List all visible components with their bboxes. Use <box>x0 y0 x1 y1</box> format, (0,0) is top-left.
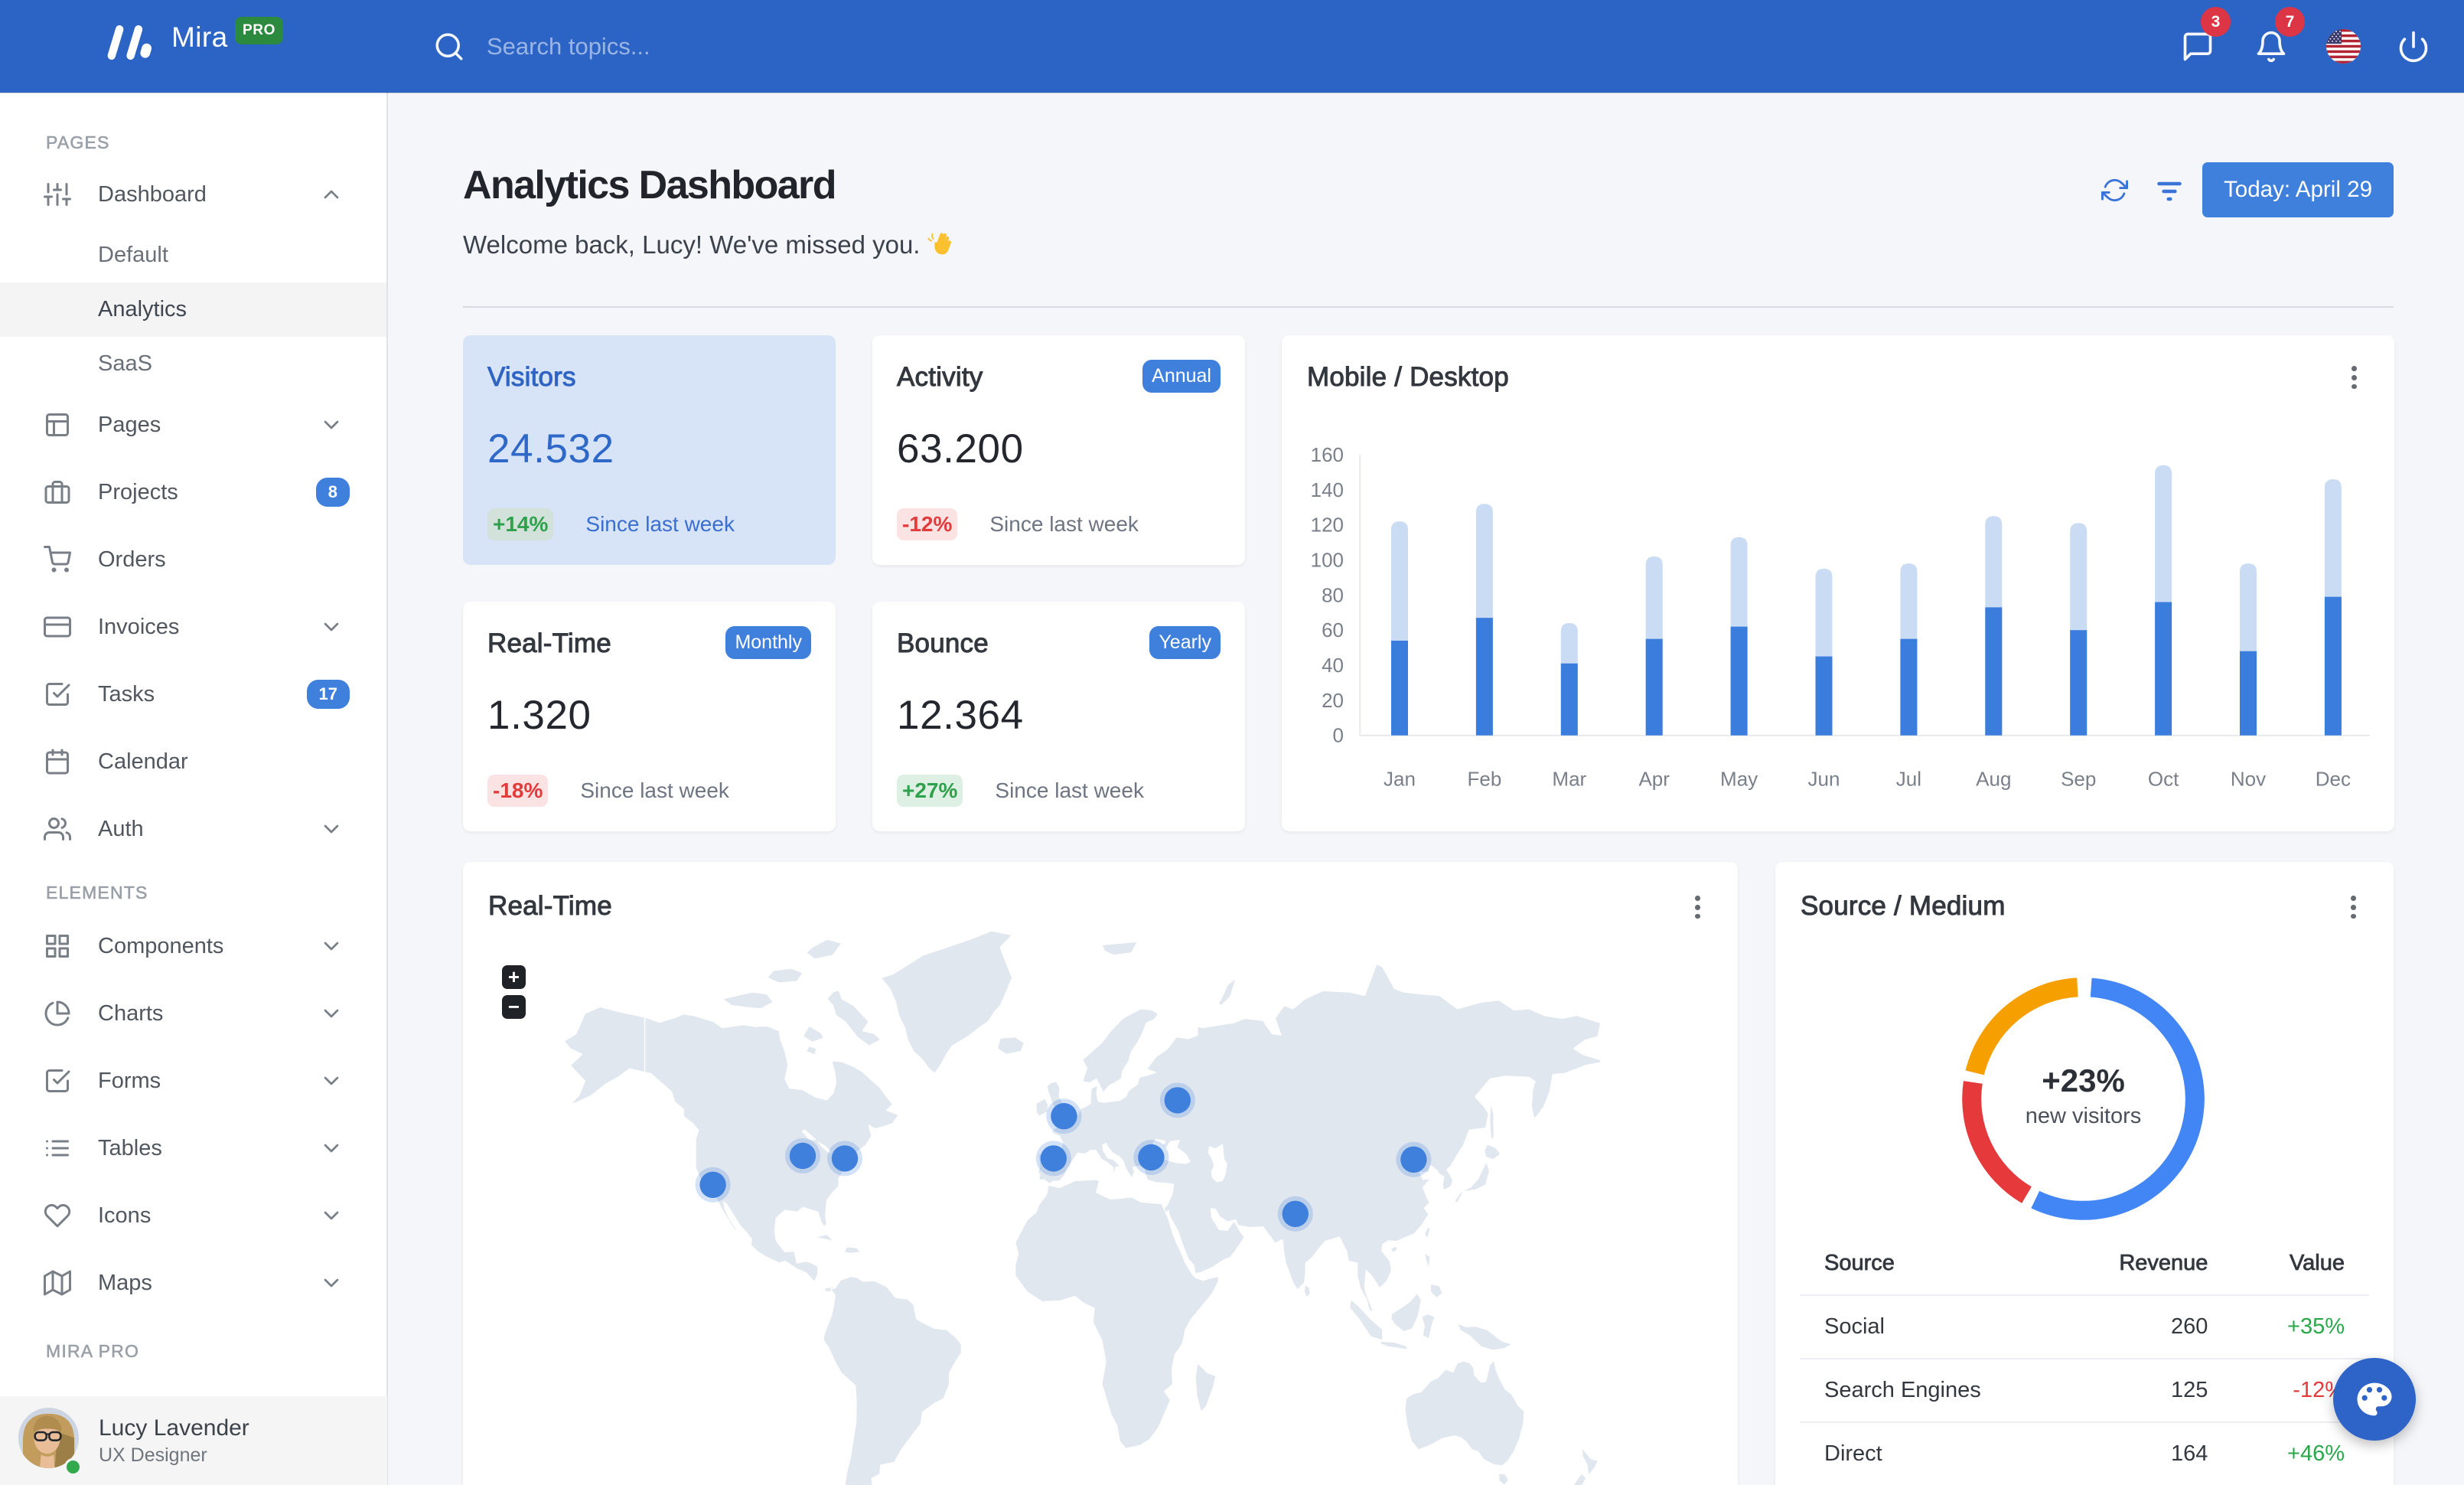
svg-text:Nov: Nov <box>2231 768 2266 791</box>
svg-text:Mar: Mar <box>1552 768 1586 791</box>
svg-text:100: 100 <box>1311 549 1344 572</box>
svg-text:Dec: Dec <box>2316 768 2351 791</box>
svg-text:160: 160 <box>1311 443 1344 466</box>
svg-text:Sep: Sep <box>2061 768 2096 791</box>
svg-text:May: May <box>1720 768 1758 791</box>
svg-text:60: 60 <box>1322 618 1344 641</box>
svg-text:Feb: Feb <box>1467 768 1501 791</box>
svg-text:Oct: Oct <box>2148 768 2179 791</box>
svg-text:Jul: Jul <box>1896 768 1921 791</box>
svg-text:140: 140 <box>1311 478 1344 501</box>
svg-text:0: 0 <box>1333 724 1344 747</box>
svg-text:120: 120 <box>1311 514 1344 537</box>
svg-text:20: 20 <box>1322 689 1344 712</box>
svg-text:80: 80 <box>1322 583 1344 606</box>
svg-text:Jun: Jun <box>1808 768 1840 791</box>
svg-text:Aug: Aug <box>1976 768 2011 791</box>
svg-text:40: 40 <box>1322 654 1344 677</box>
svg-text:Jan: Jan <box>1384 768 1416 791</box>
svg-text:Apr: Apr <box>1638 768 1670 791</box>
